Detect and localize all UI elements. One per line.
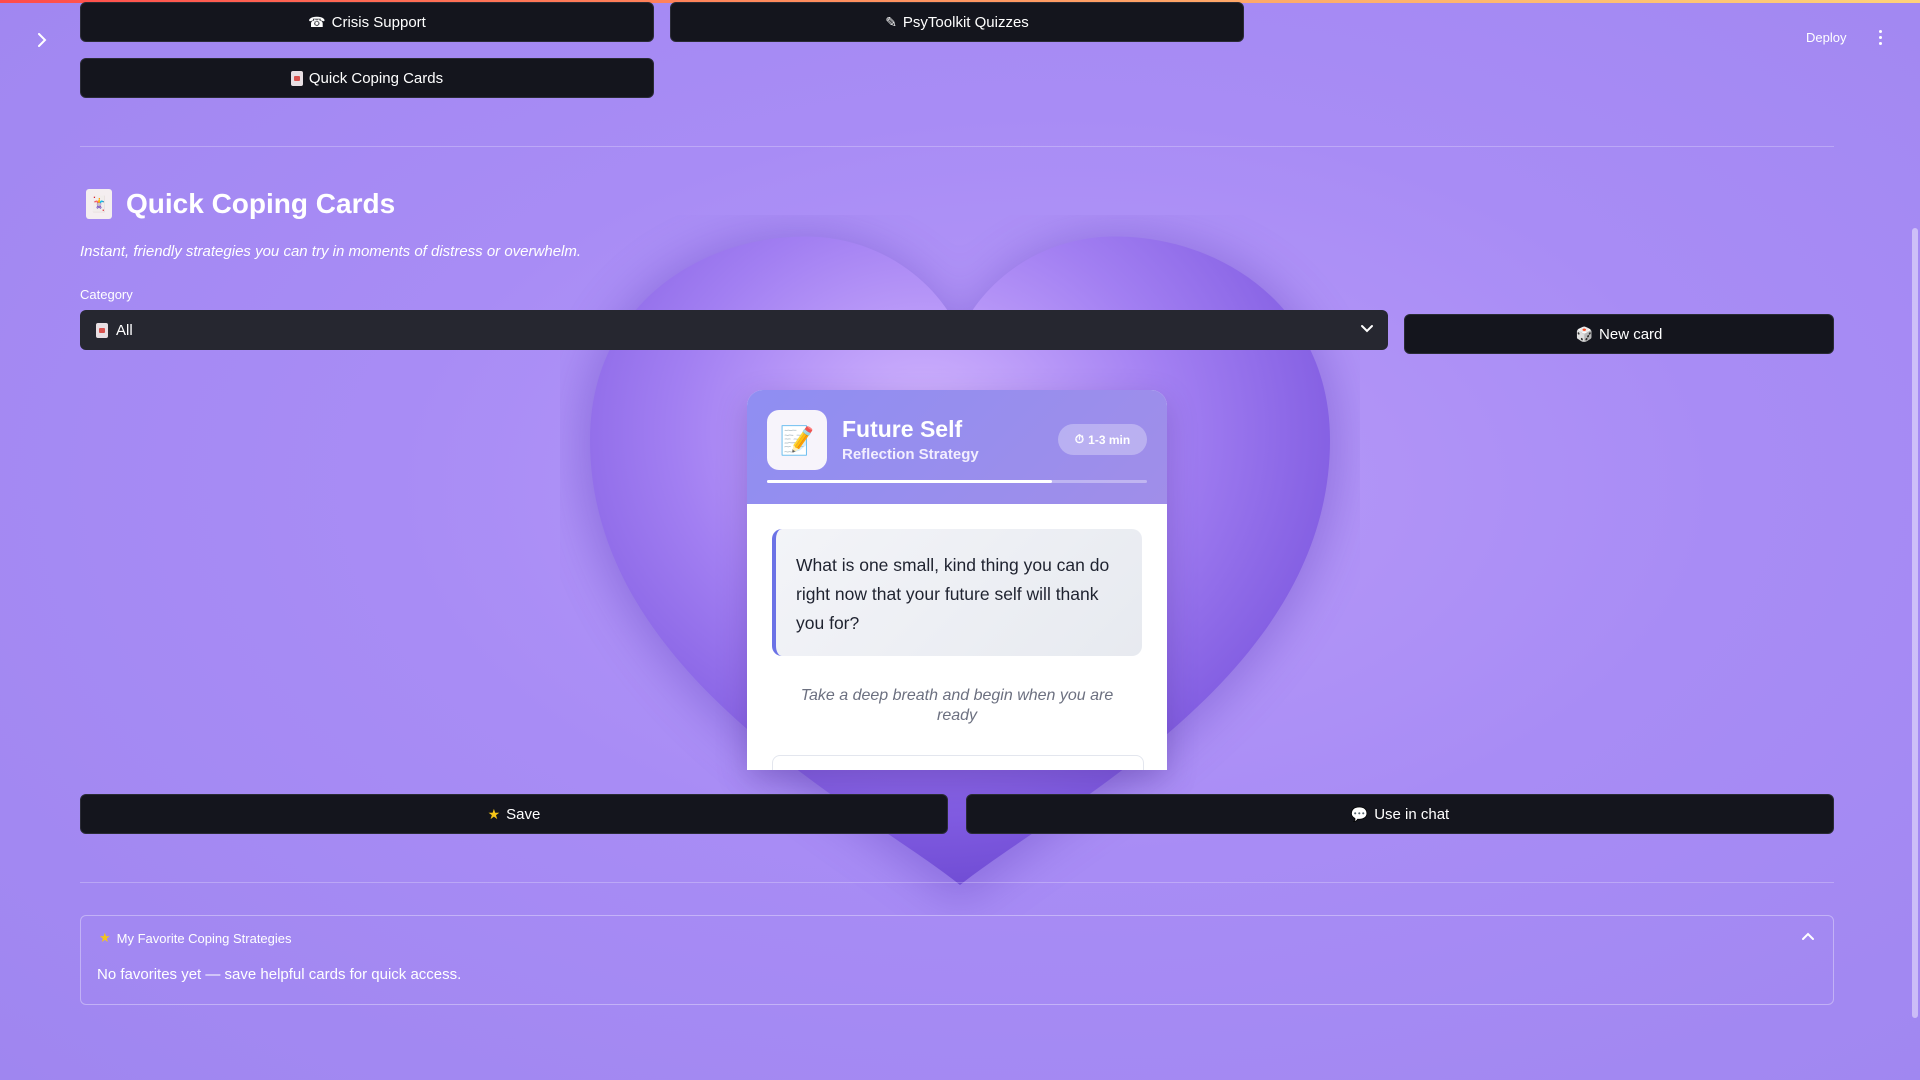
dice-icon: 🎲 xyxy=(1575,325,1594,342)
quick-coping-cards-label: Quick Coping Cards xyxy=(308,69,444,87)
favorites-header-text: My Favorite Coping Strategies xyxy=(116,930,292,946)
menu-dot-icon xyxy=(1878,29,1882,33)
category-label: Category xyxy=(80,287,133,302)
page-title: 🃏 Quick Coping Cards xyxy=(86,188,395,220)
section-divider xyxy=(80,146,1834,147)
stopwatch-icon: ⏱ xyxy=(1074,432,1085,446)
section-divider xyxy=(80,882,1834,883)
favorites-expander-header[interactable]: ★ My Favorite Coping Strategies xyxy=(99,930,292,946)
menu-dot-icon xyxy=(1878,41,1882,45)
playing-card-icon: 🃏 xyxy=(86,189,112,219)
playing-card-icon xyxy=(96,322,108,338)
main-menu-button[interactable] xyxy=(1872,24,1888,50)
card-subtitle: Reflection Strategy xyxy=(842,446,979,463)
coping-card: 📝 Future Self Reflection Strategy ⏱ 1-3 … xyxy=(747,390,1167,770)
new-card-button[interactable]: 🎲 New card xyxy=(1404,314,1834,354)
coping-card-header: 📝 Future Self Reflection Strategy ⏱ 1-3 … xyxy=(747,390,1167,504)
psytoolkit-quizzes-button[interactable]: ✎ PsyToolkit Quizzes xyxy=(670,2,1244,42)
crisis-support-button[interactable]: ☎ Crisis Support xyxy=(80,2,654,42)
quick-coping-cards-button[interactable]: Quick Coping Cards xyxy=(80,58,654,98)
telephone-icon: ☎ xyxy=(308,13,326,30)
chevron-right-icon xyxy=(38,33,47,47)
deploy-button[interactable]: Deploy xyxy=(1800,26,1852,49)
page-title-text: Quick Coping Cards xyxy=(126,188,396,219)
duration-text: 1-3 min xyxy=(1088,432,1131,447)
chevron-up-icon[interactable] xyxy=(1801,930,1815,944)
crisis-support-label: Crisis Support xyxy=(331,13,426,31)
save-button[interactable]: ★ Save xyxy=(80,794,948,834)
page-scrollbar[interactable] xyxy=(1912,228,1918,1018)
card-progress-fill xyxy=(767,480,1052,483)
save-label: Save xyxy=(506,805,541,823)
use-in-chat-label: Use in chat xyxy=(1374,805,1450,823)
star-icon: ★ xyxy=(99,930,111,945)
favorites-expander: ★ My Favorite Coping Strategies No favor… xyxy=(80,915,1834,1005)
card-progress-track xyxy=(767,480,1147,483)
duration-badge: ⏱ 1-3 min xyxy=(1058,424,1147,455)
menu-dot-icon xyxy=(1878,35,1882,39)
sidebar-expand-button[interactable] xyxy=(30,28,54,52)
page-subtitle: Instant, friendly strategies you can try… xyxy=(80,243,582,260)
chevron-down-icon xyxy=(1361,325,1373,333)
category-select[interactable]: All xyxy=(80,310,1388,350)
speech-bubble-icon: 💬 xyxy=(1350,805,1369,822)
psytoolkit-quizzes-label: PsyToolkit Quizzes xyxy=(902,13,1029,31)
card-prompt: What is one small, kind thing you can do… xyxy=(772,529,1142,656)
star-icon: ★ xyxy=(487,805,501,822)
memo-pencil-icon: 📝 xyxy=(767,410,827,470)
favorites-empty-message: No favorites yet — save helpful cards fo… xyxy=(97,966,462,983)
playing-card-icon xyxy=(290,70,303,86)
use-in-chat-button[interactable]: 💬 Use in chat xyxy=(966,794,1834,834)
new-card-label: New card xyxy=(1599,325,1663,343)
card-title: Future Self xyxy=(842,416,963,442)
pencil-icon: ✎ xyxy=(885,13,897,30)
card-hint: Take a deep breath and begin when you ar… xyxy=(800,687,1114,724)
card-next-section xyxy=(772,755,1144,770)
category-selected-value: All xyxy=(116,321,133,339)
